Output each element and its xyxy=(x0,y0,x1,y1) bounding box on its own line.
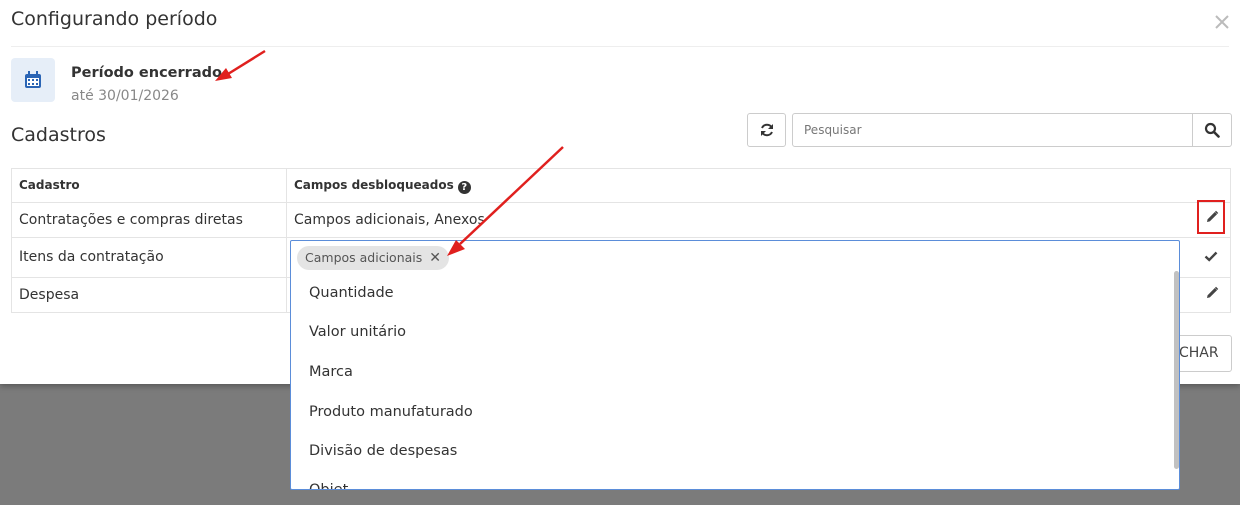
calendar-icon xyxy=(25,71,41,88)
dropdown-option[interactable]: Marca xyxy=(309,364,353,380)
header-cadastro: Cadastro xyxy=(19,178,80,192)
cell-cadastro: Itens da contratação xyxy=(19,249,164,265)
calendar-icon-box xyxy=(11,58,55,102)
period-status: Período encerrado xyxy=(71,65,222,81)
remove-tag-icon[interactable]: ✕ xyxy=(429,246,441,270)
cell-cadastro: Contratações e compras diretas xyxy=(19,212,243,228)
search-button[interactable] xyxy=(1192,113,1232,147)
header-divider xyxy=(11,46,1229,47)
search-icon xyxy=(1204,122,1220,138)
dropdown-option[interactable]: Produto manufaturado xyxy=(309,404,473,420)
dropdown-option[interactable]: Quantidade xyxy=(309,285,394,301)
refresh-button[interactable] xyxy=(747,113,786,147)
section-title: Cadastros xyxy=(11,124,106,146)
header-campos: Campos desbloqueados? xyxy=(294,178,471,194)
cell-campos: Campos adicionais, Anexos xyxy=(294,212,485,228)
selected-tag-label: Campos adicionais xyxy=(305,250,423,265)
pencil-icon[interactable] xyxy=(1205,286,1219,300)
table-header-row: Cadastro Campos desbloqueados? xyxy=(12,169,1230,202)
cell-cadastro: Despesa xyxy=(19,287,80,303)
pencil-icon[interactable] xyxy=(1205,210,1219,224)
close-icon[interactable] xyxy=(1212,12,1232,32)
refresh-icon xyxy=(760,123,773,137)
check-icon[interactable] xyxy=(1204,249,1218,263)
modal-title: Configurando período xyxy=(11,8,218,30)
selected-tag: Campos adicionais ✕ xyxy=(297,246,449,270)
campos-multiselect-dropdown[interactable]: Campos adicionais ✕ Quantidade Valor uni… xyxy=(290,240,1180,490)
dropdown-option[interactable]: Valor unitário xyxy=(309,324,406,340)
search-input[interactable] xyxy=(792,113,1193,147)
header-campos-label: Campos desbloqueados xyxy=(294,178,454,192)
dropdown-option[interactable]: Divisão de despesas xyxy=(309,443,457,459)
dropdown-scrollbar[interactable] xyxy=(1174,271,1179,469)
period-date: até 30/01/2026 xyxy=(71,88,179,104)
dropdown-option[interactable]: Objet xyxy=(309,482,348,489)
question-circle-icon[interactable]: ? xyxy=(457,181,471,194)
table-row: Contratações e compras diretas Campos ad… xyxy=(12,202,1230,237)
